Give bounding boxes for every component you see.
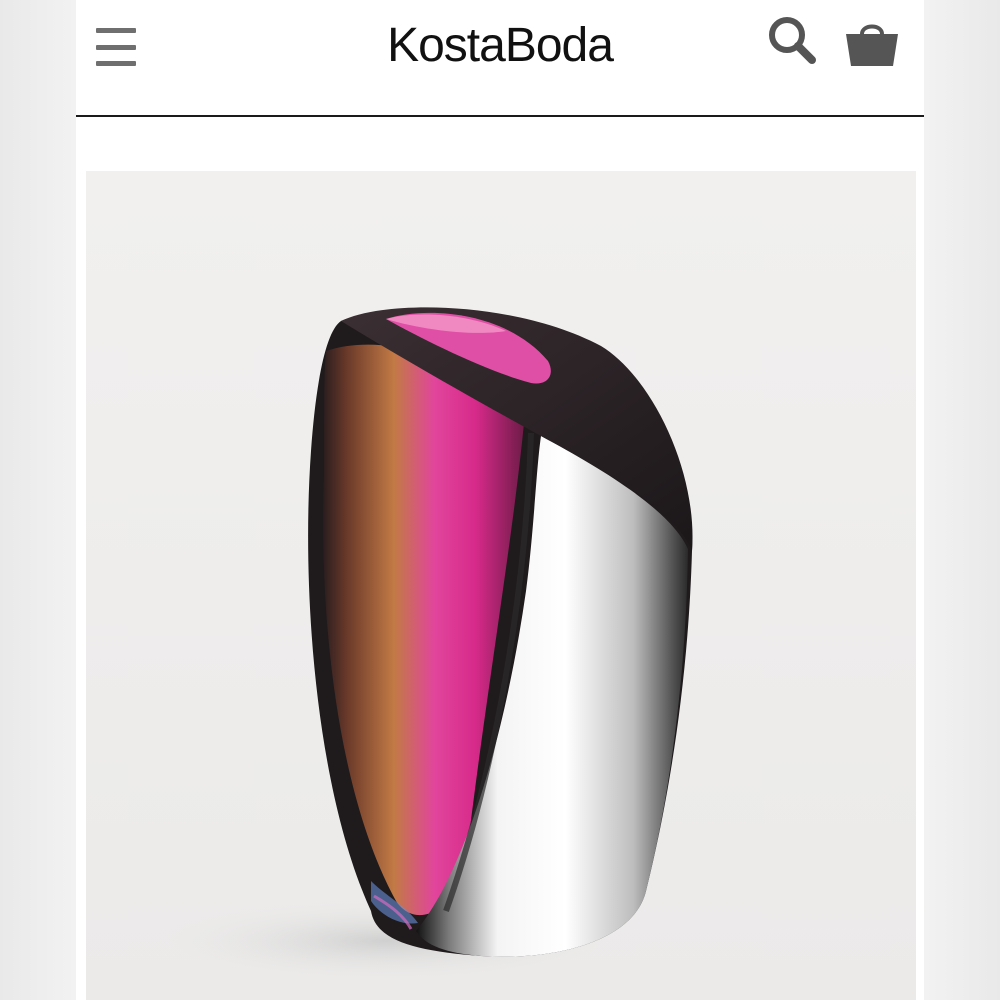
- left-edge: [0, 0, 76, 1000]
- right-edge: [924, 0, 1000, 1000]
- search-icon[interactable]: [766, 14, 820, 68]
- site-header: KostaBoda: [76, 0, 924, 116]
- shopping-bag-icon[interactable]: [844, 16, 900, 68]
- vase-image[interactable]: [86, 171, 916, 1000]
- mobile-screen: KostaBoda: [76, 0, 924, 1000]
- header-divider: [76, 115, 924, 117]
